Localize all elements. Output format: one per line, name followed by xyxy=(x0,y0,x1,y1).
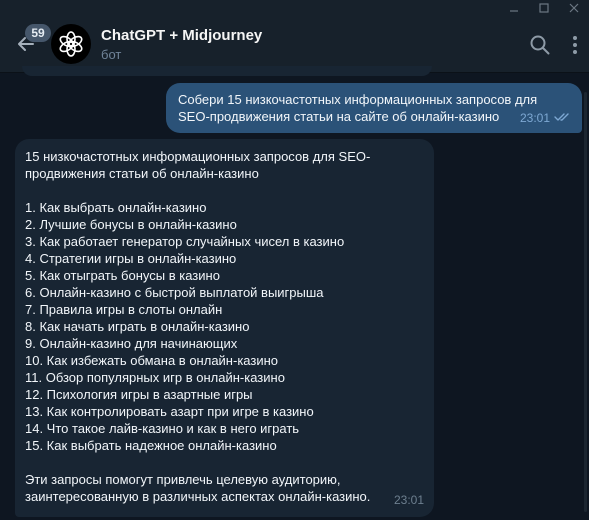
telegram-chat-window: 59 ChatGPT + Midjourney бот Собери 15 ни… xyxy=(0,0,589,520)
list-item: 6. Онлайн-казино с быстрой выплатой выиг… xyxy=(25,285,324,300)
outgoing-message[interactable]: Собери 15 низкочастотных информационных … xyxy=(166,83,582,133)
list-item: 15. Как выбрать надежное онлайн-казино xyxy=(25,438,277,453)
list-item: 11. Обзор популярных игр в онлайн-казино xyxy=(25,370,285,385)
incoming-message-outro: Эти запросы помогут привлечь целевую ауд… xyxy=(25,472,371,504)
maximize-icon xyxy=(539,3,549,13)
search-button[interactable] xyxy=(529,34,551,56)
list-item: 3. Как работает генератор случайных чисе… xyxy=(25,234,345,249)
list-item: 1. Как выбрать онлайн-казино xyxy=(25,200,207,215)
list-item: 7. Правила игры в слоты онлайн xyxy=(25,302,223,317)
previous-message-bubble xyxy=(22,66,432,76)
close-icon xyxy=(569,3,579,13)
unread-count-badge: 59 xyxy=(25,24,51,42)
outgoing-message-text: Собери 15 низкочастотных информационных … xyxy=(178,92,538,124)
chat-subtitle: бот xyxy=(101,47,122,62)
avatar[interactable] xyxy=(51,24,91,64)
incoming-message[interactable]: 15 низкочастотных информационных запросо… xyxy=(15,139,434,517)
minimize-icon xyxy=(510,10,518,12)
list-item: 2. Лучшие бонусы в онлайн-казино xyxy=(25,217,237,232)
double-check-icon xyxy=(554,109,572,126)
close-window-button[interactable] xyxy=(559,0,589,16)
list-item: 4. Стратегии игры в онлайн-казино xyxy=(25,251,237,266)
window-controls xyxy=(499,0,589,16)
more-menu-button[interactable] xyxy=(565,34,585,56)
list-item: 12. Психология игры в азартные игры xyxy=(25,387,253,402)
search-icon xyxy=(530,35,550,55)
more-vertical-icon xyxy=(573,36,577,54)
chat-header: 59 ChatGPT + Midjourney бот xyxy=(0,0,589,73)
query-list: 1. Как выбрать онлайн-казино 2. Лучшие б… xyxy=(25,199,424,454)
list-item: 8. Как начать играть в онлайн-казино xyxy=(25,319,250,334)
incoming-message-intro: 15 низкочастотных информационных запросо… xyxy=(25,149,371,181)
minimize-button[interactable] xyxy=(499,0,529,16)
list-item: 10. Как избежать обмана в онлайн-казино xyxy=(25,353,279,368)
openai-logo-icon xyxy=(59,31,83,57)
outgoing-message-time: 23:01 xyxy=(519,111,550,125)
chat-title[interactable]: ChatGPT + Midjourney xyxy=(101,27,262,44)
maximize-button[interactable] xyxy=(529,0,559,16)
list-item: 14. Что такое лайв-казино и как в него и… xyxy=(25,421,300,436)
incoming-message-time: 23:01 xyxy=(393,493,424,507)
list-item: 5. Как отыграть бонусы в казино xyxy=(25,268,220,283)
list-item: 13. Как контролировать азарт при игре в … xyxy=(25,404,314,419)
list-item: 9. Онлайн-казино для начинающих xyxy=(25,336,238,351)
scrollbar[interactable] xyxy=(584,92,587,512)
